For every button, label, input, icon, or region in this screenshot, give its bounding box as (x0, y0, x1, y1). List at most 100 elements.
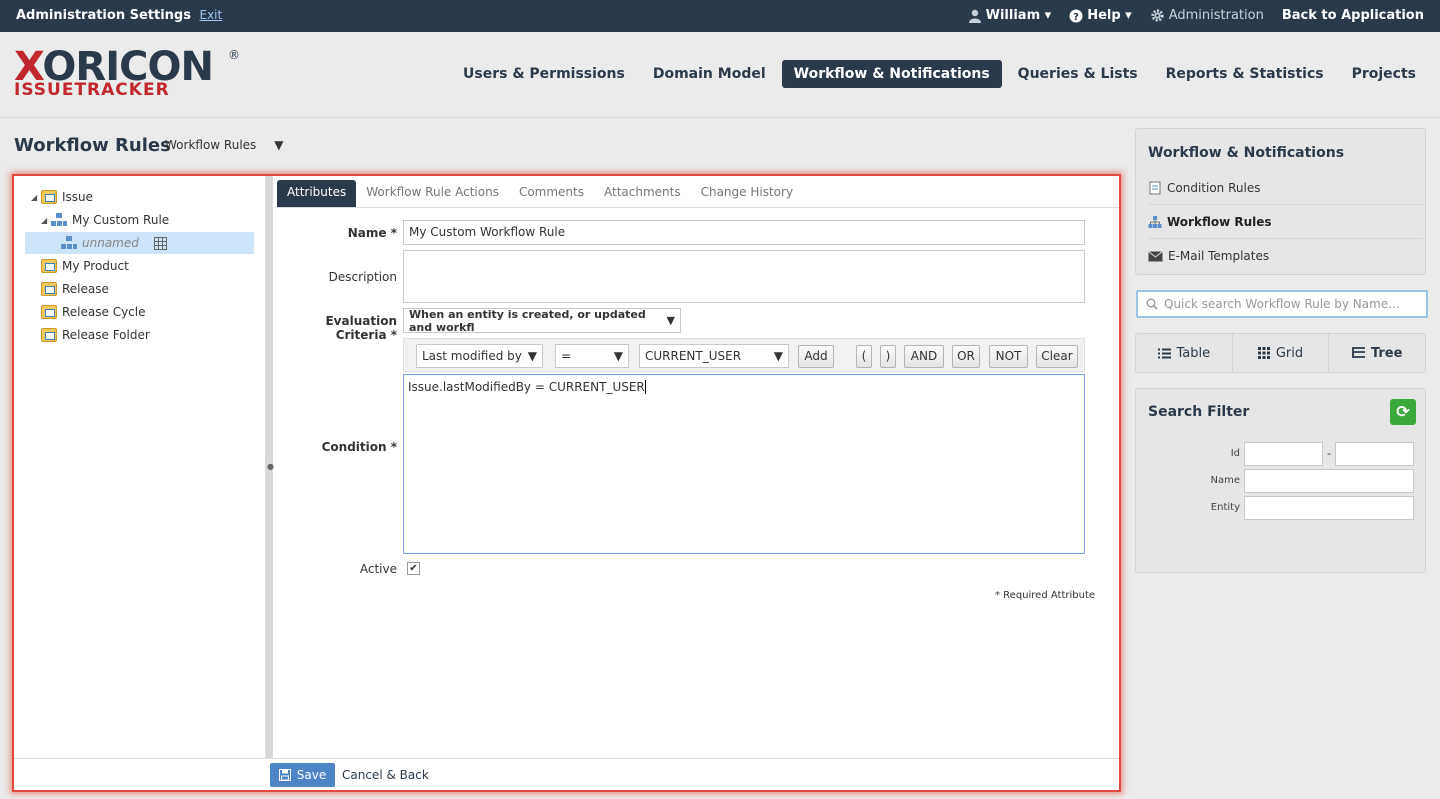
tab-workflow-rule-actions[interactable]: Workflow Rule Actions (356, 180, 509, 207)
main-panel: ◢ Issue ◢ My Custom Rule unnamed My Prod… (12, 174, 1121, 792)
description-textarea[interactable] (403, 250, 1085, 303)
filter-name-input[interactable] (1244, 469, 1414, 493)
tree-node-release-cycle[interactable]: Release Cycle (41, 301, 146, 323)
add-condition-button[interactable]: Add (798, 345, 834, 368)
condition-value-select[interactable]: CURRENT_USER ▼ (639, 344, 789, 368)
filter-entity-input[interactable] (1244, 496, 1414, 520)
chevron-down-icon: ▼ (613, 349, 623, 363)
tab-attachments[interactable]: Attachments (594, 180, 691, 207)
tree-icon (1352, 347, 1365, 358)
tree-toggle-icon[interactable]: ◢ (41, 216, 51, 225)
tree-node-my-custom-rule[interactable]: ◢ My Custom Rule (41, 209, 169, 231)
condition-textarea[interactable]: Issue.lastModifiedBy = CURRENT_USER (403, 374, 1085, 554)
chevron-down-icon: ▼ (527, 349, 537, 363)
filter-name-label: Name (1210, 475, 1240, 486)
user-icon (968, 9, 981, 23)
tab-comments[interactable]: Comments (509, 180, 594, 207)
tree-toggle-icon[interactable]: ◢ (31, 193, 41, 202)
workflow-icon (51, 213, 67, 227)
view-label: Tree (1370, 345, 1403, 361)
condition-operator-value: = (561, 349, 572, 363)
tree-node-unnamed[interactable]: unnamed (25, 232, 254, 254)
search-icon (1146, 298, 1158, 310)
tab-attributes[interactable]: Attributes (277, 180, 357, 207)
nav-tab-domain-model[interactable]: Domain Model (641, 60, 778, 88)
tree-node-issue[interactable]: ◢ Issue (31, 186, 93, 208)
folder-icon (41, 305, 57, 319)
user-menu[interactable]: William ▾ (968, 8, 1052, 23)
filter-entity-label: Entity (1210, 502, 1240, 513)
panel-splitter[interactable]: ● (266, 176, 274, 758)
help-menu[interactable]: ? Help ▾ (1069, 8, 1132, 23)
clear-button[interactable]: Clear (1036, 345, 1078, 368)
condition-field-value: Last modified by (422, 349, 522, 363)
required-attribute-note: * Required Attribute (995, 590, 1096, 601)
workflow-icon (1148, 215, 1162, 228)
filter-id-from-input[interactable] (1244, 442, 1323, 466)
help-icon: ? (1069, 9, 1083, 23)
view-table-button[interactable]: Table (1136, 334, 1233, 372)
name-label: Name * (347, 226, 397, 240)
name-input[interactable]: My Custom Workflow Rule (403, 220, 1085, 245)
detail-tabs: Attributes Workflow Rule Actions Comment… (277, 180, 1119, 208)
condition-text: Issue.lastModifiedBy = CURRENT_USER (408, 380, 645, 394)
evaluation-criteria-select[interactable]: When an entity is created, or updated an… (403, 307, 681, 334)
nav-tab-projects[interactable]: Projects (1340, 60, 1428, 88)
admin-settings-title: Administration Settings (16, 8, 191, 23)
close-paren-button[interactable]: ) (880, 345, 896, 368)
sidebar-item-label: Workflow Rules (1167, 214, 1272, 229)
tree-node-release[interactable]: Release (41, 278, 109, 300)
search-filter-title: Search Filter (1148, 404, 1250, 420)
or-button[interactable]: OR (952, 345, 980, 368)
tree-node-label: My Product (62, 259, 129, 273)
condition-field-select[interactable]: Last modified by ▼ (416, 344, 543, 368)
nav-tab-users-permissions[interactable]: Users & Permissions (451, 60, 637, 88)
evaluation-criteria-value: When an entity is created, or updated an… (409, 307, 646, 334)
save-button[interactable]: Save (270, 763, 335, 787)
top-bar: Administration Settings Exit William ▾ ?… (0, 0, 1440, 32)
svg-text:?: ? (1073, 12, 1079, 23)
not-button[interactable]: NOT (989, 345, 1028, 368)
user-menu-label: William ▾ (985, 8, 1052, 23)
tab-change-history[interactable]: Change History (691, 180, 803, 207)
logo: XORICON ® ISSUETRACKER (14, 47, 240, 99)
nav-tab-queries-lists[interactable]: Queries & Lists (1006, 60, 1150, 88)
exit-link[interactable]: Exit (200, 8, 223, 22)
administration-label: Administration (1168, 8, 1264, 23)
open-paren-button[interactable]: ( (856, 345, 872, 368)
active-checkbox[interactable]: ✔ (407, 562, 420, 575)
cancel-back-link[interactable]: Cancel & Back (342, 768, 429, 782)
logo-registered: ® (228, 48, 240, 62)
page-selector-arrow: ▼ (274, 138, 284, 152)
grid-icon (1257, 347, 1270, 359)
sidebar-item-condition-rules[interactable]: Condition Rules (1148, 171, 1423, 205)
evaluation-criteria-label: Evaluation Criteria * (325, 314, 397, 342)
and-button[interactable]: AND (904, 345, 944, 368)
tree-node-release-folder[interactable]: Release Folder (41, 324, 150, 346)
main-nav: Users & Permissions Domain Model Workflo… (447, 60, 1428, 88)
grid-icon[interactable] (154, 236, 167, 250)
nav-tab-workflow-notifications[interactable]: Workflow & Notifications (781, 60, 1002, 88)
workflow-notifications-panel: Workflow & Notifications Condition Rules… (1135, 128, 1426, 275)
tree-node-label: Release Folder (62, 328, 150, 342)
condition-label: Condition * (321, 440, 397, 454)
administration-link[interactable]: Administration (1150, 8, 1264, 23)
refresh-icon[interactable]: ⟳ (1390, 399, 1416, 425)
header: XORICON ® ISSUETRACKER Users & Permissio… (0, 32, 1440, 118)
condition-builder: Last modified by ▼ = ▼ CURRENT_USER ▼ Ad… (403, 338, 1085, 372)
view-grid-button[interactable]: Grid (1233, 334, 1330, 372)
form-footer: Save Cancel & Back (14, 758, 1119, 790)
sidebar-item-workflow-rules[interactable]: Workflow Rules (1148, 205, 1423, 239)
tree-node-my-product[interactable]: My Product (41, 255, 129, 277)
filter-id-label: Id (1230, 448, 1240, 459)
condition-operator-select[interactable]: = ▼ (555, 344, 629, 368)
view-tree-button[interactable]: Tree (1329, 334, 1425, 372)
nav-tab-reports-statistics[interactable]: Reports & Statistics (1154, 60, 1336, 88)
quick-search-input[interactable]: Quick search Workflow Rule by Name... (1136, 290, 1428, 318)
page-selector[interactable]: Workflow Rules ▼ (165, 138, 284, 152)
view-label: Table (1176, 345, 1211, 361)
back-to-application-link[interactable]: Back to Application (1282, 8, 1424, 23)
filter-id-to-input[interactable] (1335, 442, 1414, 466)
sidebar-item-email-templates[interactable]: E-Mail Templates (1148, 239, 1423, 273)
view-label: Grid (1275, 345, 1304, 361)
